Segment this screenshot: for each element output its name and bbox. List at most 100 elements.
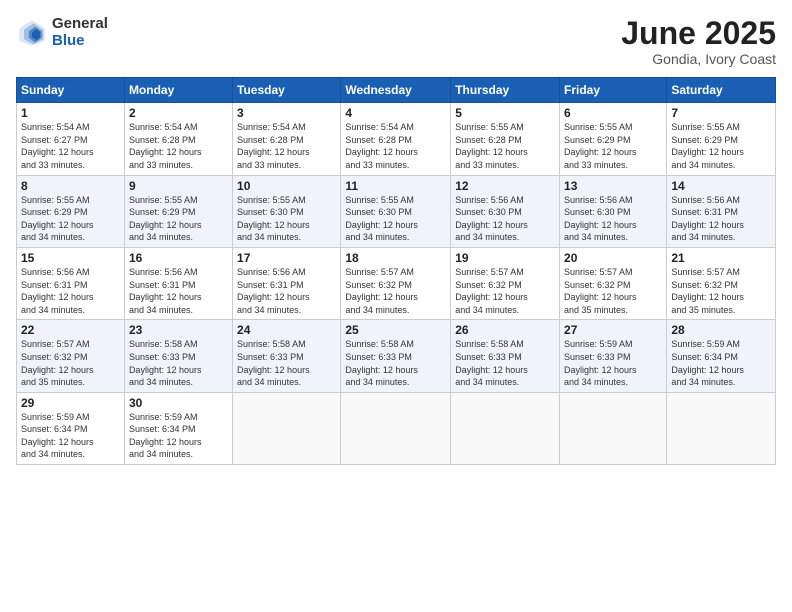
day-info: Sunrise: 5:59 AM Sunset: 6:34 PM Dayligh… [21, 411, 120, 461]
table-row: 23Sunrise: 5:58 AM Sunset: 6:33 PM Dayli… [124, 320, 232, 392]
col-wednesday: Wednesday [341, 78, 451, 103]
table-row: 2Sunrise: 5:54 AM Sunset: 6:28 PM Daylig… [124, 103, 232, 175]
page: General Blue June 2025 Gondia, Ivory Coa… [0, 0, 792, 612]
table-row: 14Sunrise: 5:56 AM Sunset: 6:31 PM Dayli… [667, 175, 776, 247]
table-row: 13Sunrise: 5:56 AM Sunset: 6:30 PM Dayli… [560, 175, 667, 247]
table-row: 17Sunrise: 5:56 AM Sunset: 6:31 PM Dayli… [233, 247, 341, 319]
table-row [341, 392, 451, 464]
day-info: Sunrise: 5:54 AM Sunset: 6:28 PM Dayligh… [345, 121, 446, 171]
day-info: Sunrise: 5:54 AM Sunset: 6:28 PM Dayligh… [237, 121, 336, 171]
table-row: 30Sunrise: 5:59 AM Sunset: 6:34 PM Dayli… [124, 392, 232, 464]
day-number: 20 [564, 251, 662, 265]
day-number: 29 [21, 396, 120, 410]
day-info: Sunrise: 5:57 AM Sunset: 6:32 PM Dayligh… [671, 266, 771, 316]
table-row: 8Sunrise: 5:55 AM Sunset: 6:29 PM Daylig… [17, 175, 125, 247]
logo-icon [16, 17, 48, 49]
title-area: June 2025 Gondia, Ivory Coast [621, 16, 776, 67]
day-info: Sunrise: 5:57 AM Sunset: 6:32 PM Dayligh… [564, 266, 662, 316]
day-number: 21 [671, 251, 771, 265]
day-number: 10 [237, 179, 336, 193]
day-info: Sunrise: 5:56 AM Sunset: 6:31 PM Dayligh… [671, 194, 771, 244]
table-row: 27Sunrise: 5:59 AM Sunset: 6:33 PM Dayli… [560, 320, 667, 392]
day-info: Sunrise: 5:57 AM Sunset: 6:32 PM Dayligh… [345, 266, 446, 316]
calendar-week-row: 29Sunrise: 5:59 AM Sunset: 6:34 PM Dayli… [17, 392, 776, 464]
logo-general-text: General [52, 16, 108, 33]
day-info: Sunrise: 5:55 AM Sunset: 6:29 PM Dayligh… [21, 194, 120, 244]
day-info: Sunrise: 5:58 AM Sunset: 6:33 PM Dayligh… [237, 338, 336, 388]
day-info: Sunrise: 5:56 AM Sunset: 6:31 PM Dayligh… [129, 266, 228, 316]
table-row: 6Sunrise: 5:55 AM Sunset: 6:29 PM Daylig… [560, 103, 667, 175]
calendar-subtitle: Gondia, Ivory Coast [621, 51, 776, 67]
day-number: 26 [455, 323, 555, 337]
table-row: 18Sunrise: 5:57 AM Sunset: 6:32 PM Dayli… [341, 247, 451, 319]
calendar-week-row: 15Sunrise: 5:56 AM Sunset: 6:31 PM Dayli… [17, 247, 776, 319]
day-number: 7 [671, 106, 771, 120]
calendar-week-row: 8Sunrise: 5:55 AM Sunset: 6:29 PM Daylig… [17, 175, 776, 247]
day-number: 4 [345, 106, 446, 120]
day-number: 5 [455, 106, 555, 120]
day-number: 3 [237, 106, 336, 120]
col-friday: Friday [560, 78, 667, 103]
day-info: Sunrise: 5:57 AM Sunset: 6:32 PM Dayligh… [455, 266, 555, 316]
day-number: 22 [21, 323, 120, 337]
day-info: Sunrise: 5:55 AM Sunset: 6:30 PM Dayligh… [345, 194, 446, 244]
day-number: 24 [237, 323, 336, 337]
table-row: 3Sunrise: 5:54 AM Sunset: 6:28 PM Daylig… [233, 103, 341, 175]
calendar-table: Sunday Monday Tuesday Wednesday Thursday… [16, 77, 776, 465]
table-row: 24Sunrise: 5:58 AM Sunset: 6:33 PM Dayli… [233, 320, 341, 392]
day-info: Sunrise: 5:56 AM Sunset: 6:30 PM Dayligh… [564, 194, 662, 244]
table-row: 12Sunrise: 5:56 AM Sunset: 6:30 PM Dayli… [451, 175, 560, 247]
day-number: 27 [564, 323, 662, 337]
day-info: Sunrise: 5:59 AM Sunset: 6:34 PM Dayligh… [671, 338, 771, 388]
table-row: 21Sunrise: 5:57 AM Sunset: 6:32 PM Dayli… [667, 247, 776, 319]
day-number: 8 [21, 179, 120, 193]
table-row [667, 392, 776, 464]
day-info: Sunrise: 5:55 AM Sunset: 6:28 PM Dayligh… [455, 121, 555, 171]
table-row: 10Sunrise: 5:55 AM Sunset: 6:30 PM Dayli… [233, 175, 341, 247]
calendar-title: June 2025 [621, 16, 776, 51]
table-row: 9Sunrise: 5:55 AM Sunset: 6:29 PM Daylig… [124, 175, 232, 247]
day-number: 12 [455, 179, 555, 193]
table-row: 1Sunrise: 5:54 AM Sunset: 6:27 PM Daylig… [17, 103, 125, 175]
calendar-week-row: 1Sunrise: 5:54 AM Sunset: 6:27 PM Daylig… [17, 103, 776, 175]
day-info: Sunrise: 5:55 AM Sunset: 6:30 PM Dayligh… [237, 194, 336, 244]
col-thursday: Thursday [451, 78, 560, 103]
calendar-week-row: 22Sunrise: 5:57 AM Sunset: 6:32 PM Dayli… [17, 320, 776, 392]
table-row: 19Sunrise: 5:57 AM Sunset: 6:32 PM Dayli… [451, 247, 560, 319]
day-number: 1 [21, 106, 120, 120]
logo: General Blue [16, 16, 108, 49]
day-number: 17 [237, 251, 336, 265]
day-info: Sunrise: 5:59 AM Sunset: 6:33 PM Dayligh… [564, 338, 662, 388]
day-info: Sunrise: 5:55 AM Sunset: 6:29 PM Dayligh… [671, 121, 771, 171]
table-row [233, 392, 341, 464]
day-number: 13 [564, 179, 662, 193]
col-monday: Monday [124, 78, 232, 103]
day-number: 16 [129, 251, 228, 265]
table-row: 29Sunrise: 5:59 AM Sunset: 6:34 PM Dayli… [17, 392, 125, 464]
day-number: 6 [564, 106, 662, 120]
table-row: 7Sunrise: 5:55 AM Sunset: 6:29 PM Daylig… [667, 103, 776, 175]
day-info: Sunrise: 5:56 AM Sunset: 6:31 PM Dayligh… [237, 266, 336, 316]
logo-text: General Blue [52, 16, 108, 49]
header: General Blue June 2025 Gondia, Ivory Coa… [16, 16, 776, 67]
day-number: 15 [21, 251, 120, 265]
header-row: Sunday Monday Tuesday Wednesday Thursday… [17, 78, 776, 103]
col-saturday: Saturday [667, 78, 776, 103]
table-row: 28Sunrise: 5:59 AM Sunset: 6:34 PM Dayli… [667, 320, 776, 392]
day-info: Sunrise: 5:57 AM Sunset: 6:32 PM Dayligh… [21, 338, 120, 388]
day-number: 18 [345, 251, 446, 265]
table-row: 22Sunrise: 5:57 AM Sunset: 6:32 PM Dayli… [17, 320, 125, 392]
table-row: 25Sunrise: 5:58 AM Sunset: 6:33 PM Dayli… [341, 320, 451, 392]
day-number: 9 [129, 179, 228, 193]
table-row: 5Sunrise: 5:55 AM Sunset: 6:28 PM Daylig… [451, 103, 560, 175]
day-info: Sunrise: 5:58 AM Sunset: 6:33 PM Dayligh… [455, 338, 555, 388]
day-number: 28 [671, 323, 771, 337]
table-row: 15Sunrise: 5:56 AM Sunset: 6:31 PM Dayli… [17, 247, 125, 319]
day-number: 25 [345, 323, 446, 337]
day-number: 30 [129, 396, 228, 410]
day-number: 23 [129, 323, 228, 337]
logo-blue-text: Blue [52, 33, 108, 50]
day-info: Sunrise: 5:56 AM Sunset: 6:31 PM Dayligh… [21, 266, 120, 316]
day-info: Sunrise: 5:55 AM Sunset: 6:29 PM Dayligh… [564, 121, 662, 171]
day-info: Sunrise: 5:58 AM Sunset: 6:33 PM Dayligh… [129, 338, 228, 388]
